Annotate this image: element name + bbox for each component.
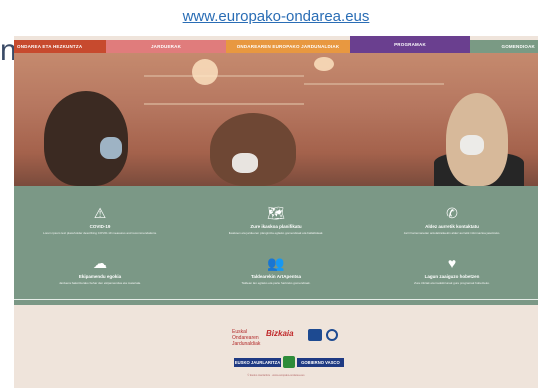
feature-desc: Ikaskoen eta jardueren plangintza egitek… bbox=[228, 231, 324, 235]
gov-left-text: EUSKO JAURLARITZA bbox=[234, 357, 282, 367]
feature-feedback: ♥ Lagun zaaiguzo hobetzen Zure iritziak … bbox=[372, 256, 532, 285]
feature-contact: ✆ Aldez aurretik kontaktatu Jarri harrem… bbox=[372, 206, 532, 235]
feature-plan: 🗺 Zure ikaskoa planifikatu Ikaskoen eta … bbox=[196, 206, 356, 235]
face-mask bbox=[460, 135, 484, 155]
feature-title: COVID-19 bbox=[89, 224, 111, 229]
gov-right-text: GOBIERNO VASCO bbox=[296, 357, 344, 367]
warning-icon: ⚠ bbox=[93, 205, 107, 221]
person-center bbox=[210, 113, 296, 186]
feature-title: Zure ikaskoa planifikatu bbox=[250, 224, 302, 229]
shelf-line bbox=[144, 75, 304, 77]
map-icon: 🗺 bbox=[267, 205, 285, 221]
feature-title: Lagun zaaiguzo hobetzen bbox=[424, 274, 480, 279]
recommendations-section: ⚠ COVID-19 Lorem ipsum text placeholder … bbox=[14, 186, 538, 305]
bizkaia-logo[interactable]: Bizkaia bbox=[266, 329, 300, 341]
feature-title: Aldez aurretik kontaktatu bbox=[425, 224, 479, 229]
tab-programak[interactable]: PROGRAMAK bbox=[350, 36, 470, 53]
site-url-link[interactable]: www.europako-ondarea.eus bbox=[0, 8, 552, 25]
lamp-light bbox=[314, 57, 334, 71]
tab-ondarea-eta-hezkuntza[interactable]: ONDAREA ETA HEZKUNTZA bbox=[14, 40, 106, 53]
feature-desc: Zure iritziak eta iradokizunak gure prog… bbox=[414, 281, 490, 285]
phone-icon: ✆ bbox=[446, 205, 458, 221]
basque-government-logo[interactable]: EUSKO JAURLARITZA GOBIERNO VASCO bbox=[234, 356, 344, 368]
feature-desc: Lorem ipsum text placeholder describing … bbox=[43, 231, 157, 235]
feature-title: Taldearekin ArtApentsa bbox=[250, 274, 301, 279]
tab-europako-jardunaldiak[interactable]: ONDAREAREN EUROPAKO JARDUNALDIAK bbox=[226, 40, 350, 53]
institution-logo[interactable] bbox=[308, 329, 322, 341]
face-mask bbox=[232, 153, 258, 173]
feature-title: Ekipamendu egokia bbox=[78, 274, 122, 279]
circle-logo[interactable] bbox=[326, 329, 338, 341]
feature-desc: Jarri harremanetan antolatzaileekin alde… bbox=[403, 231, 501, 235]
website-frame: ONDAREA ETA HEZKUNTZA JARDUERAK ONDAREAR… bbox=[14, 36, 538, 388]
group-icon: 👥 bbox=[267, 255, 285, 271]
divider bbox=[14, 299, 538, 300]
lamp-light bbox=[192, 59, 218, 85]
footer-copyright: © Eusko Jaurlaritza · www.europako-ondar… bbox=[247, 374, 305, 377]
tab-jarduerak[interactable]: JARDUERAK bbox=[106, 40, 226, 53]
tab-gomendioak[interactable]: GOMENDIOAK bbox=[470, 40, 538, 53]
feature-desc: Taldean lan egiteko eta parte hartzeko g… bbox=[241, 281, 311, 285]
feature-desc: Jarduera bakoitzerako behar den ekipamen… bbox=[59, 281, 141, 285]
ondarea-logo[interactable]: Euskal Ondarearen Jardunaldiak bbox=[232, 329, 260, 347]
feature-equipment: ☁ Ekipamendu egokia Jarduera bakoitzerak… bbox=[20, 256, 180, 285]
shelf-line bbox=[304, 83, 444, 85]
face-mask bbox=[100, 137, 122, 159]
shelf-line bbox=[144, 103, 304, 105]
main-nav: ONDAREA ETA HEZKUNTZA JARDUERAK ONDAREAR… bbox=[14, 36, 538, 53]
feature-group: 👥 Taldearekin ArtApentsa Taldean lan egi… bbox=[196, 256, 356, 285]
hero-photo bbox=[14, 53, 538, 186]
feature-covid: ⚠ COVID-19 Lorem ipsum text placeholder … bbox=[20, 206, 180, 235]
tree-emblem-icon bbox=[283, 356, 295, 368]
cloud-icon: ☁ bbox=[93, 255, 107, 271]
heart-icon: ♥ bbox=[447, 255, 457, 271]
sponsor-logos: Euskal Ondarearen Jardunaldiak Bizkaia E… bbox=[14, 324, 538, 384]
